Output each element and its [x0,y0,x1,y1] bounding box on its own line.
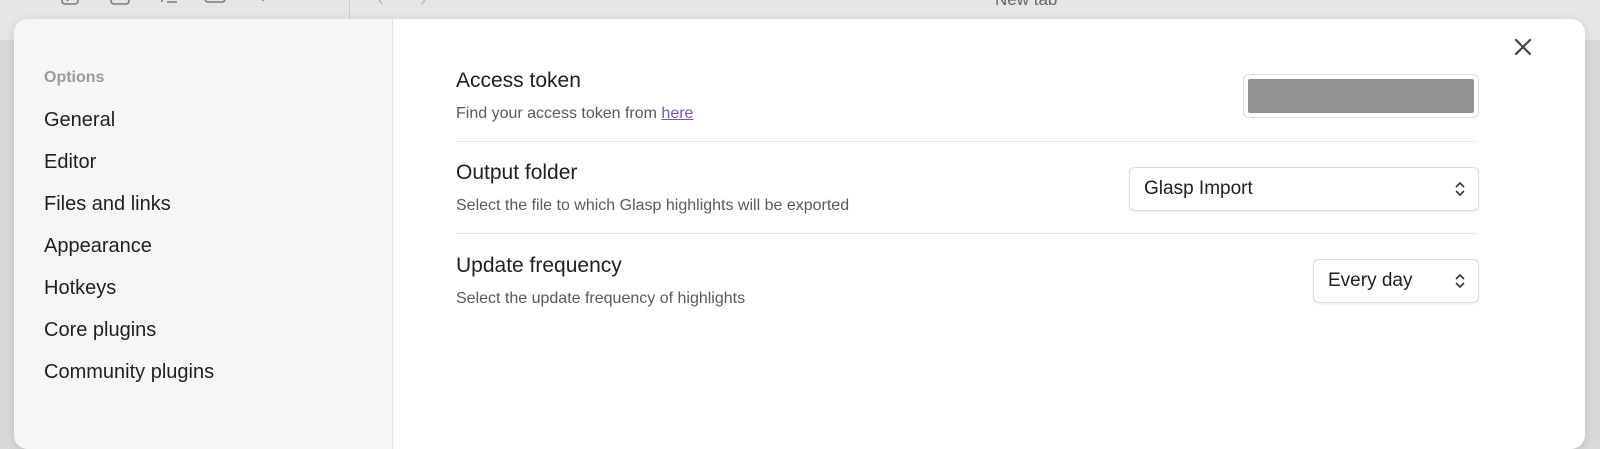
settings-content: Access token Find your access token from… [393,19,1585,449]
update-frequency-value: Every day [1328,270,1413,291]
select-chevron-icon [1455,181,1465,197]
sidebar-item-appearance[interactable]: Appearance [44,235,152,258]
output-folder-select[interactable]: Glasp Import [1129,167,1479,211]
redacted-token [1248,79,1474,113]
access-token-input[interactable] [1243,74,1479,118]
sidebar-item-editor[interactable]: Editor [44,151,96,174]
sidebar-item-general[interactable]: General [44,109,115,132]
update-frequency-select[interactable]: Every day [1313,259,1479,303]
sidebar-item-files-and-links[interactable]: Files and links [44,193,171,216]
divider [456,141,1478,142]
divider [456,233,1478,234]
select-chevron-icon [1455,273,1465,289]
sidebar-section-label: Options [44,69,105,86]
chevron-down-icon[interactable] [252,0,274,10]
panel-icon[interactable] [204,0,226,10]
edit-icon[interactable] [60,0,82,10]
tab-title: New tab [995,0,1057,10]
back-arrow-icon[interactable]: ‹ [378,0,384,11]
sidebar-item-core-plugins[interactable]: Core plugins [44,319,156,342]
new-file-icon[interactable] [109,0,131,10]
list-icon[interactable] [158,0,180,10]
output-folder-value: Glasp Import [1144,178,1253,199]
setting-description-text: Find your access token from [456,105,662,122]
access-token-link[interactable]: here [661,105,693,122]
sidebar-item-hotkeys[interactable]: Hotkeys [44,277,116,300]
settings-modal: Options General Editor Files and links A… [14,19,1585,449]
forward-arrow-icon[interactable]: › [420,0,426,11]
sidebar-item-community-plugins[interactable]: Community plugins [44,361,214,384]
settings-sidebar: Options General Editor Files and links A… [14,19,393,449]
